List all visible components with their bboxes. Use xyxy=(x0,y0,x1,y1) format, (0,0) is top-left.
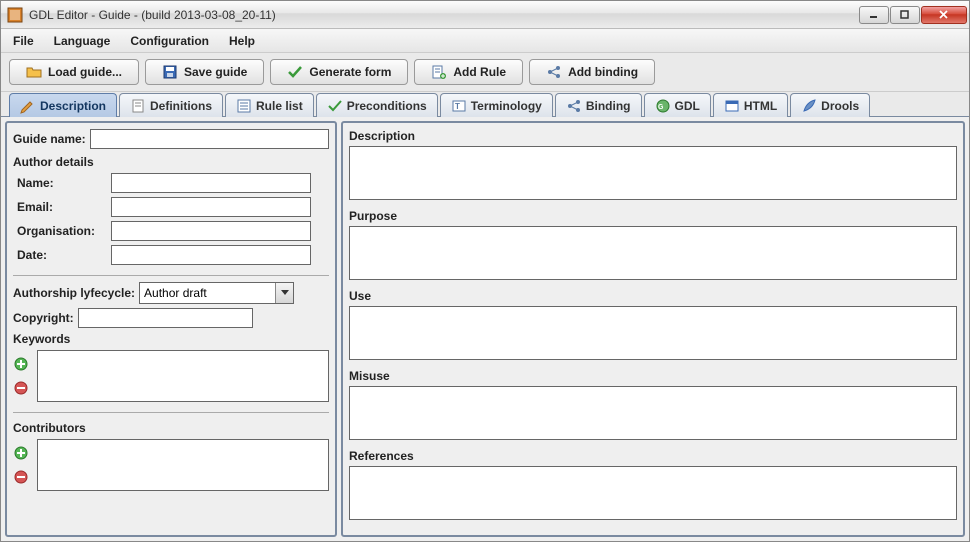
html-icon xyxy=(724,98,740,114)
tab-bar: Description Definitions Rule list Precon… xyxy=(1,92,969,117)
save-guide-button[interactable]: Save guide xyxy=(145,59,264,85)
binding-icon xyxy=(546,64,562,80)
tab-gdl[interactable]: G GDL xyxy=(644,93,711,117)
use-textarea[interactable] xyxy=(349,306,957,360)
menu-configuration[interactable]: Configuration xyxy=(126,32,213,50)
titlebar: GDL Editor - Guide - (build 2013-03-08_2… xyxy=(1,1,969,29)
window-controls xyxy=(859,6,967,24)
load-guide-button[interactable]: Load guide... xyxy=(9,59,139,85)
menu-file[interactable]: File xyxy=(9,32,38,50)
dropdown-button[interactable] xyxy=(275,283,293,303)
document-icon xyxy=(130,98,146,114)
tab-label: Terminology xyxy=(471,99,542,113)
guide-name-label: Guide name: xyxy=(13,132,86,146)
date-label: Date: xyxy=(17,248,107,262)
tab-label: Rule list xyxy=(256,99,303,113)
references-textarea[interactable] xyxy=(349,466,957,520)
maximize-button[interactable] xyxy=(890,6,920,24)
window-title: GDL Editor - Guide - (build 2013-03-08_2… xyxy=(29,8,859,22)
tab-label: GDL xyxy=(675,99,700,113)
email-label: Email: xyxy=(17,200,107,214)
name-label: Name: xyxy=(17,176,107,190)
remove-keyword-button[interactable] xyxy=(13,380,29,396)
organisation-input[interactable] xyxy=(111,221,311,241)
pencil-icon xyxy=(20,98,36,114)
button-label: Load guide... xyxy=(48,65,122,79)
tab-terminology[interactable]: T Terminology xyxy=(440,93,553,117)
tab-label: Binding xyxy=(586,99,631,113)
check-icon xyxy=(327,98,343,114)
button-label: Add Rule xyxy=(453,65,506,79)
lifecycle-value: Author draft xyxy=(140,286,275,300)
minimize-button[interactable] xyxy=(859,6,889,24)
tab-label: HTML xyxy=(744,99,777,113)
app-window: GDL Editor - Guide - (build 2013-03-08_2… xyxy=(0,0,970,542)
copyright-input[interactable] xyxy=(78,308,253,328)
terminology-icon: T xyxy=(451,98,467,114)
email-input[interactable] xyxy=(111,197,311,217)
misuse-label: Misuse xyxy=(349,369,957,383)
purpose-label: Purpose xyxy=(349,209,957,223)
binding-icon xyxy=(566,98,582,114)
tab-definitions[interactable]: Definitions xyxy=(119,93,223,117)
references-label: References xyxy=(349,449,957,463)
add-binding-button[interactable]: Add binding xyxy=(529,59,655,85)
svg-text:G: G xyxy=(658,104,664,111)
button-label: Generate form xyxy=(309,65,391,79)
generate-form-button[interactable]: Generate form xyxy=(270,59,408,85)
description-label: Description xyxy=(349,129,957,143)
tab-rulelist[interactable]: Rule list xyxy=(225,93,314,117)
add-keyword-button[interactable] xyxy=(13,356,29,372)
button-label: Save guide xyxy=(184,65,247,79)
lifecycle-label: Authorship lyfecycle: xyxy=(13,286,135,300)
tab-label: Description xyxy=(40,99,106,113)
author-details-title: Author details xyxy=(13,155,329,169)
keywords-title: Keywords xyxy=(13,332,329,346)
contributors-title: Contributors xyxy=(13,421,329,435)
app-icon xyxy=(7,7,23,23)
tab-label: Drools xyxy=(821,99,859,113)
description-textarea[interactable] xyxy=(349,146,957,200)
left-panel: Guide name: Author details Name: Email: … xyxy=(5,121,337,537)
keywords-list[interactable] xyxy=(37,350,329,402)
name-input[interactable] xyxy=(111,173,311,193)
lifecycle-combo[interactable]: Author draft xyxy=(139,282,294,304)
remove-contributor-button[interactable] xyxy=(13,469,29,485)
add-contributor-button[interactable] xyxy=(13,445,29,461)
tab-label: Definitions xyxy=(150,99,212,113)
tab-preconditions[interactable]: Preconditions xyxy=(316,93,438,117)
copyright-label: Copyright: xyxy=(13,311,74,325)
content-area: Guide name: Author details Name: Email: … xyxy=(1,117,969,541)
menubar: File Language Configuration Help xyxy=(1,29,969,53)
organisation-label: Organisation: xyxy=(17,224,107,238)
toolbar: Load guide... Save guide Generate form A… xyxy=(1,53,969,92)
chevron-down-icon xyxy=(281,290,289,296)
gdl-icon: G xyxy=(655,98,671,114)
svg-text:T: T xyxy=(455,102,460,111)
floppy-icon xyxy=(162,64,178,80)
close-button[interactable] xyxy=(921,6,967,24)
tab-description[interactable]: Description xyxy=(9,93,117,117)
button-label: Add binding xyxy=(568,65,638,79)
tab-binding[interactable]: Binding xyxy=(555,93,642,117)
tab-drools[interactable]: Drools xyxy=(790,93,870,117)
right-panel: Description Purpose Use Misuse Reference… xyxy=(341,121,965,537)
folder-open-icon xyxy=(26,64,42,80)
check-icon xyxy=(287,64,303,80)
add-rule-icon xyxy=(431,64,447,80)
misuse-textarea[interactable] xyxy=(349,386,957,440)
tab-label: Preconditions xyxy=(347,99,427,113)
use-label: Use xyxy=(349,289,957,303)
menu-language[interactable]: Language xyxy=(50,32,115,50)
date-input[interactable] xyxy=(111,245,311,265)
feather-icon xyxy=(801,98,817,114)
rule-list-icon xyxy=(236,98,252,114)
add-rule-button[interactable]: Add Rule xyxy=(414,59,523,85)
menu-help[interactable]: Help xyxy=(225,32,259,50)
purpose-textarea[interactable] xyxy=(349,226,957,280)
tab-html[interactable]: HTML xyxy=(713,93,788,117)
guide-name-input[interactable] xyxy=(90,129,329,149)
contributors-list[interactable] xyxy=(37,439,329,491)
